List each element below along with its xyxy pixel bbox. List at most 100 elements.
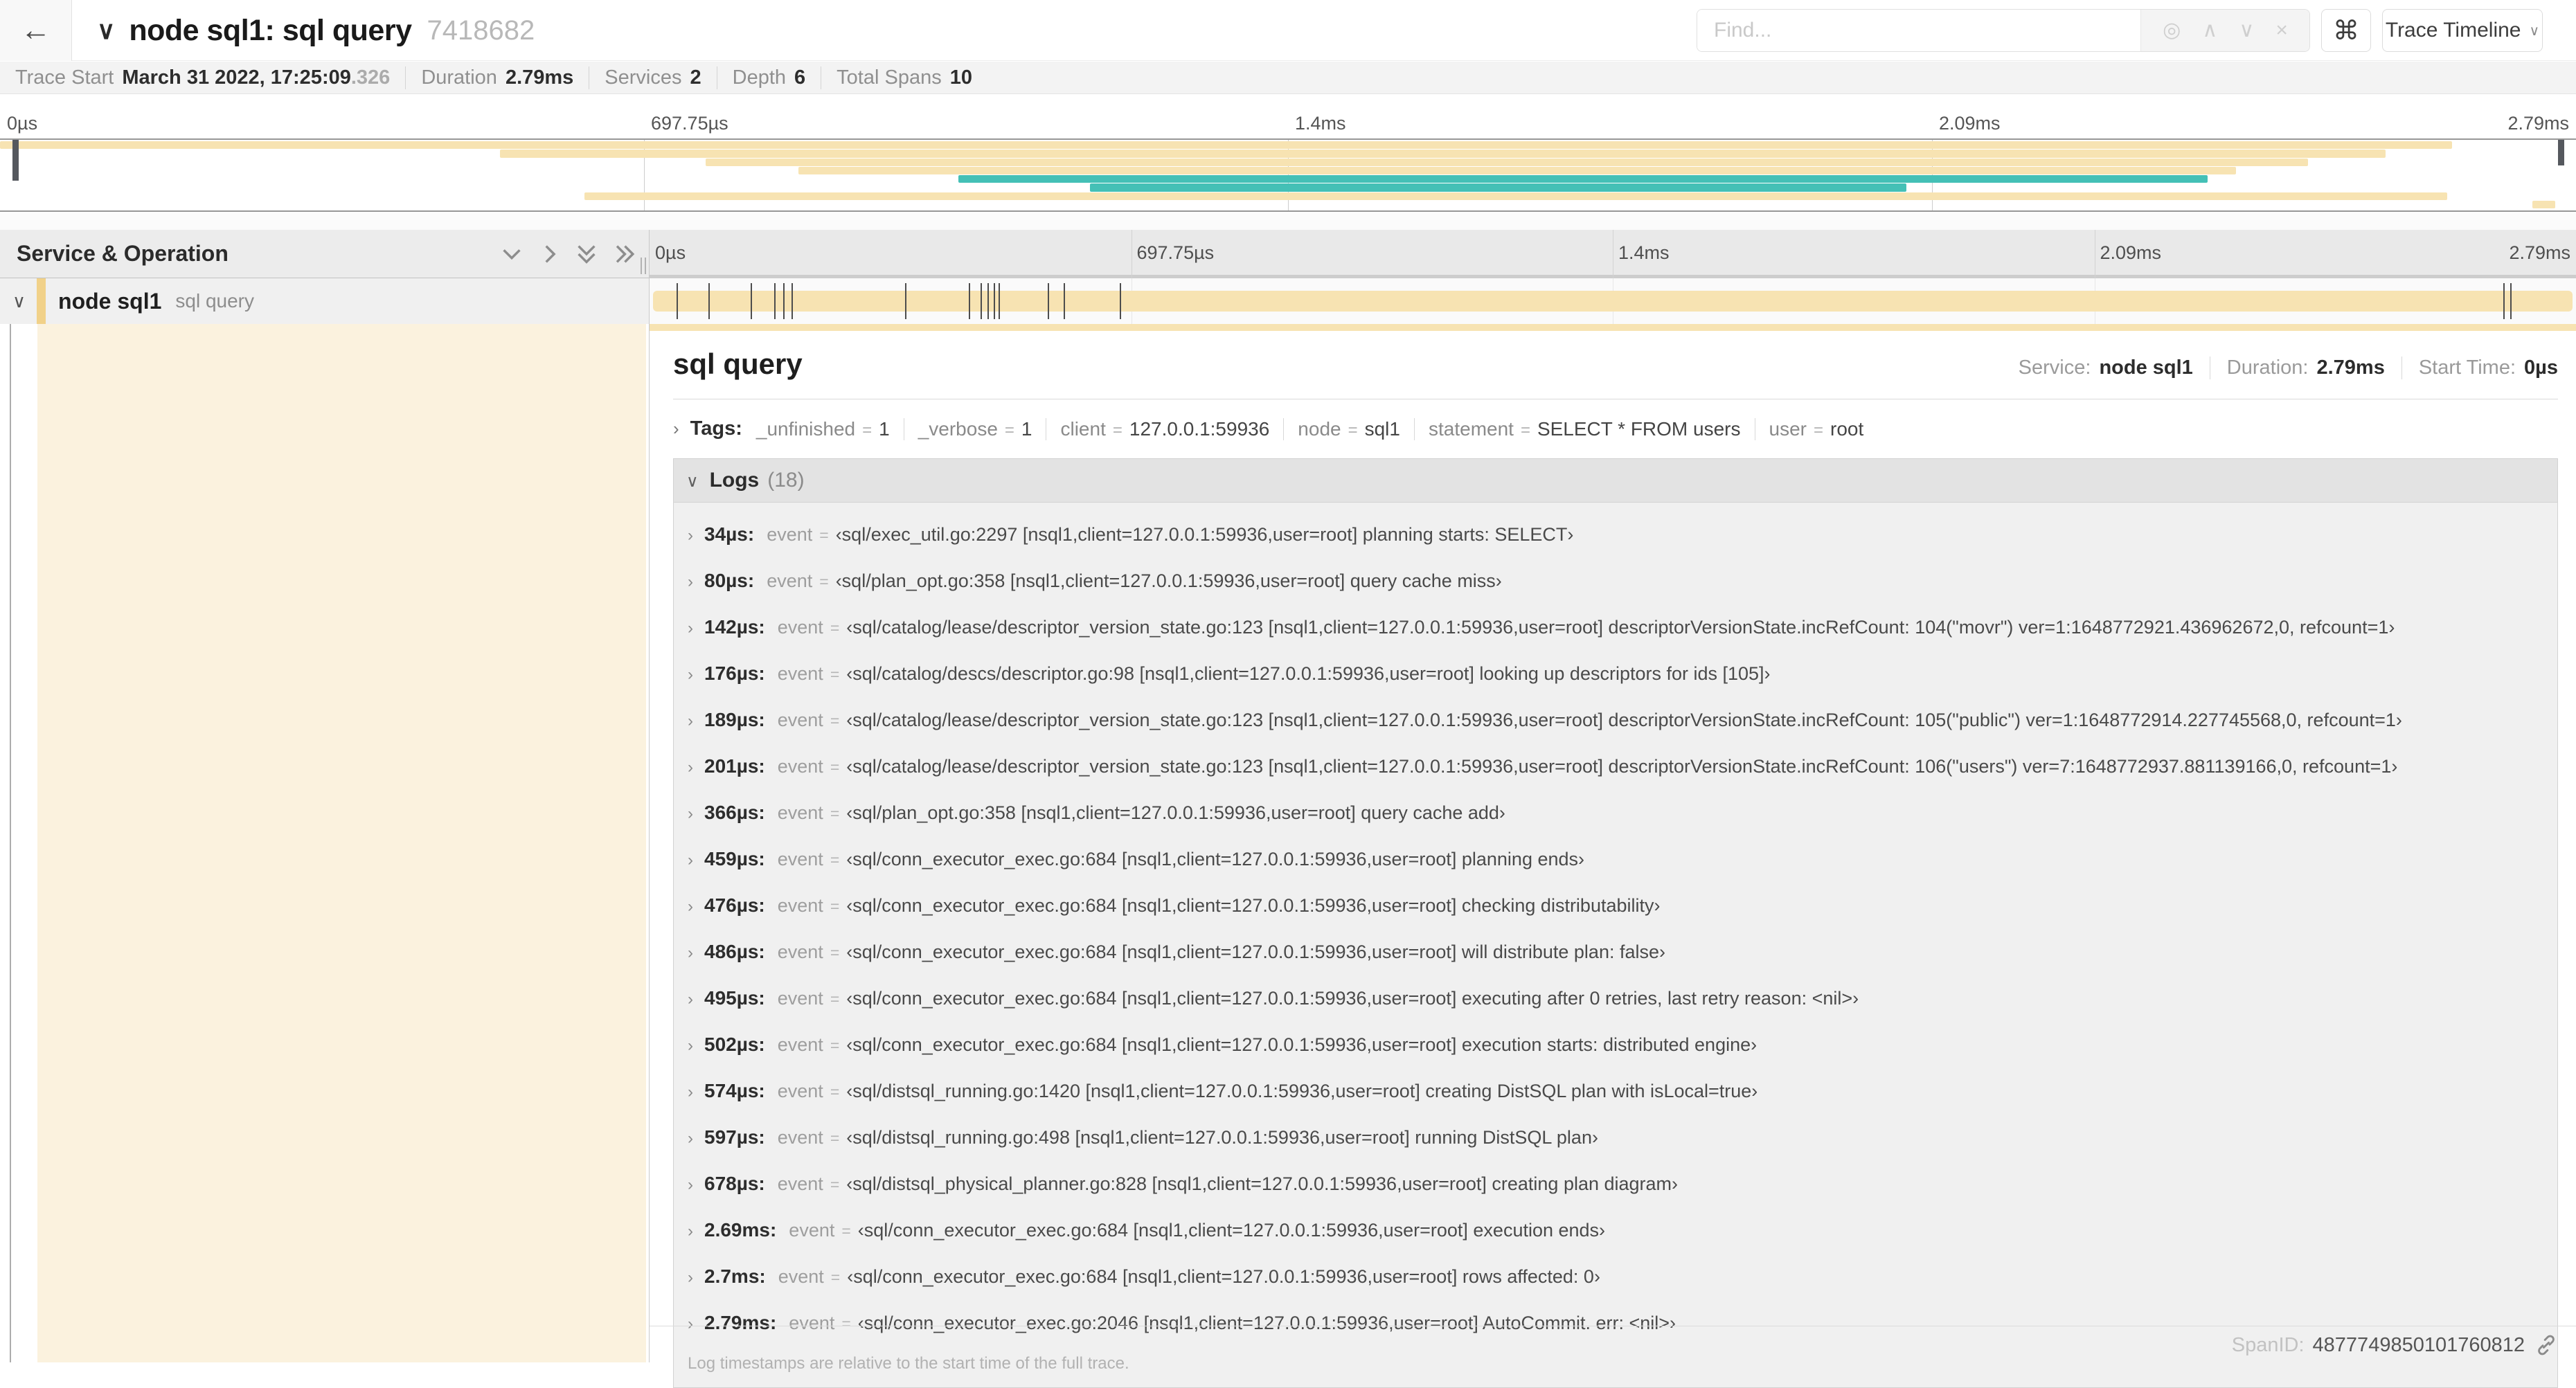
expand-log-icon[interactable]: › bbox=[688, 1036, 693, 1056]
expand-log-icon[interactable]: › bbox=[688, 1175, 693, 1195]
log-entry[interactable]: ›80µs:event=‹sql/plan_opt.go:358 [nsql1,… bbox=[674, 557, 2557, 604]
ruler-tick-label: 1.4ms bbox=[1618, 242, 1670, 264]
ruler-tick-label: 1.4ms bbox=[1295, 113, 1346, 134]
expand-log-icon[interactable]: › bbox=[688, 712, 693, 731]
find-group: ◎ ∧ ∨ × bbox=[1697, 9, 2310, 52]
trace-view-dropdown[interactable]: Trace Timeline ∨ bbox=[2382, 9, 2543, 52]
log-entry[interactable]: ›176µs:event=‹sql/catalog/descs/descript… bbox=[674, 650, 2557, 696]
tag-key: client bbox=[1060, 418, 1105, 440]
expand-log-icon[interactable]: › bbox=[688, 851, 693, 870]
collapse-logs-icon[interactable]: ∨ bbox=[686, 471, 699, 492]
ruler-tick-label: 2.09ms bbox=[1939, 113, 2001, 134]
logs-accordion-header[interactable]: ∨ Logs (18) bbox=[674, 459, 2557, 502]
collapse-one-icon[interactable] bbox=[498, 240, 526, 268]
minimap-span-bar bbox=[0, 141, 2452, 149]
expand-all-icon[interactable] bbox=[610, 240, 638, 268]
log-entry[interactable]: ›142µs:event=‹sql/catalog/lease/descript… bbox=[674, 604, 2557, 650]
expand-log-icon[interactable]: › bbox=[688, 1268, 693, 1288]
left-scrollbar[interactable] bbox=[10, 324, 11, 1362]
span-service-name: node sql1 bbox=[58, 289, 161, 314]
deep-link-icon[interactable] bbox=[2534, 1333, 2558, 1357]
minimap-span-bar bbox=[706, 159, 2308, 166]
title-wrap: ∨ node sql1: sql query 7418682 bbox=[97, 0, 535, 61]
expand-log-icon[interactable]: › bbox=[688, 1222, 693, 1241]
find-input[interactable] bbox=[1697, 10, 2140, 51]
log-timestamp: 678µs: bbox=[704, 1173, 765, 1195]
columns-header: Service & Operation 0µs 697.75µs 1.4ms 2… bbox=[0, 230, 2576, 278]
log-text: event=‹sql/catalog/lease/descriptor_vers… bbox=[778, 756, 2398, 777]
expand-log-icon[interactable]: › bbox=[688, 1083, 693, 1102]
expand-log-icon[interactable]: › bbox=[688, 944, 693, 963]
log-marker-tick bbox=[1120, 283, 1121, 319]
service-color-accent bbox=[37, 278, 46, 324]
log-text: event=‹sql/distsql_physical_planner.go:8… bbox=[778, 1173, 1678, 1195]
ruler-tick-label: 0µs bbox=[655, 242, 686, 264]
log-timestamp: 486µs: bbox=[704, 941, 765, 963]
collapse-span-icon[interactable]: ∨ bbox=[12, 291, 26, 312]
log-marker-tick bbox=[1064, 283, 1065, 319]
expand-tags-icon[interactable]: › bbox=[673, 418, 679, 440]
log-entry[interactable]: ›486µs:event=‹sql/conn_executor_exec.go:… bbox=[674, 928, 2557, 975]
log-entry[interactable]: ›495µs:event=‹sql/conn_executor_exec.go:… bbox=[674, 975, 2557, 1021]
log-entry[interactable]: ›189µs:event=‹sql/catalog/lease/descript… bbox=[674, 696, 2557, 743]
log-entry[interactable]: ›2.69ms:event=‹sql/conn_executor_exec.go… bbox=[674, 1207, 2557, 1253]
focus-match-icon[interactable]: ◎ bbox=[2163, 20, 2181, 41]
span-row-timeline-cell[interactable] bbox=[650, 278, 2576, 324]
log-marker-tick bbox=[774, 283, 776, 319]
span-detail-header: sql query Service: node sql1 Duration: 2… bbox=[673, 348, 2558, 381]
log-entry[interactable]: ›459µs:event=‹sql/conn_executor_exec.go:… bbox=[674, 836, 2557, 882]
next-match-icon[interactable]: ∨ bbox=[2239, 20, 2254, 41]
expand-one-icon[interactable] bbox=[535, 240, 563, 268]
log-text: event=‹sql/conn_executor_exec.go:2046 [n… bbox=[789, 1313, 1676, 1334]
service-operation-title: Service & Operation bbox=[17, 241, 488, 267]
log-text: event=‹sql/conn_executor_exec.go:684 [ns… bbox=[778, 895, 1661, 917]
minimap-span-bar bbox=[958, 175, 2208, 183]
log-marker-tick bbox=[987, 283, 989, 319]
collapse-all-icon[interactable] bbox=[573, 240, 600, 268]
minimap-left-handle[interactable] bbox=[12, 140, 19, 181]
span-tree-indent bbox=[37, 324, 646, 1362]
detail-left-column bbox=[0, 324, 649, 1362]
expand-log-icon[interactable]: › bbox=[688, 1315, 693, 1334]
log-entry[interactable]: ›2.7ms:event=‹sql/conn_executor_exec.go:… bbox=[674, 1253, 2557, 1299]
log-entry[interactable]: ›502µs:event=‹sql/conn_executor_exec.go:… bbox=[674, 1021, 2557, 1067]
log-entry[interactable]: ›366µs:event=‹sql/plan_opt.go:358 [nsql1… bbox=[674, 789, 2557, 836]
clear-find-icon[interactable]: × bbox=[2275, 20, 2288, 41]
expand-log-icon[interactable]: › bbox=[688, 804, 693, 824]
expand-log-icon[interactable]: › bbox=[688, 758, 693, 777]
expand-log-icon[interactable]: › bbox=[688, 619, 693, 638]
span-id-value: 4877749850101760812 bbox=[2313, 1334, 2525, 1357]
tags-accordion[interactable]: › Tags: _unfinished=1 _verbose=1 client=… bbox=[673, 417, 2558, 440]
expand-log-icon[interactable]: › bbox=[688, 526, 693, 546]
trace-minimap[interactable] bbox=[0, 138, 2576, 212]
log-marker-tick bbox=[751, 283, 752, 319]
expand-log-icon[interactable]: › bbox=[688, 990, 693, 1009]
expand-log-icon[interactable]: › bbox=[688, 1129, 693, 1148]
collapse-trace-icon[interactable]: ∨ bbox=[97, 16, 115, 45]
expand-log-icon[interactable]: › bbox=[688, 897, 693, 917]
log-entry[interactable]: › 678µs: event=‹sql/distsql_physical_plann… bbox=[674, 1160, 2557, 1207]
tag-key: user bbox=[1769, 418, 1807, 440]
span-operation-name: sql query bbox=[175, 290, 254, 312]
column-resizer[interactable] bbox=[641, 258, 649, 274]
prev-match-icon[interactable]: ∧ bbox=[2202, 20, 2217, 41]
log-text: event=‹sql/conn_executor_exec.go:684 [ns… bbox=[778, 849, 1584, 870]
minimap-gap bbox=[0, 213, 2576, 230]
log-entry[interactable]: ›476µs:event=‹sql/conn_executor_exec.go:… bbox=[674, 882, 2557, 928]
log-entry[interactable]: ›201µs:event=‹sql/catalog/lease/descript… bbox=[674, 743, 2557, 789]
duration-label: Duration bbox=[421, 66, 497, 89]
duration-value: 2.79ms bbox=[506, 66, 573, 89]
span-row-service-cell[interactable]: ∨ node sql1 sql query bbox=[0, 278, 649, 324]
log-entry[interactable]: ›574µs:event=‹sql/distsql_running.go:142… bbox=[674, 1067, 2557, 1114]
log-entry[interactable]: ›34µs:event=‹sql/exec_util.go:2297 [nsql… bbox=[674, 511, 2557, 557]
trace-summary-bar: Trace Start March 31 2022, 17:25:09 .326… bbox=[0, 62, 2576, 94]
log-entry[interactable]: ›597µs:event=‹sql/distsql_running.go:498… bbox=[674, 1114, 2557, 1160]
back-button[interactable]: ← bbox=[0, 0, 72, 61]
keyboard-shortcuts-button[interactable]: ⌘ bbox=[2321, 9, 2371, 52]
minimap-right-handle[interactable] bbox=[2558, 140, 2564, 165]
command-icon: ⌘ bbox=[2333, 15, 2359, 46]
expand-log-icon[interactable]: › bbox=[688, 665, 693, 685]
tag-value: SELECT * FROM users bbox=[1537, 418, 1741, 440]
tag-value: sql1 bbox=[1365, 418, 1400, 440]
expand-log-icon[interactable]: › bbox=[688, 573, 693, 592]
